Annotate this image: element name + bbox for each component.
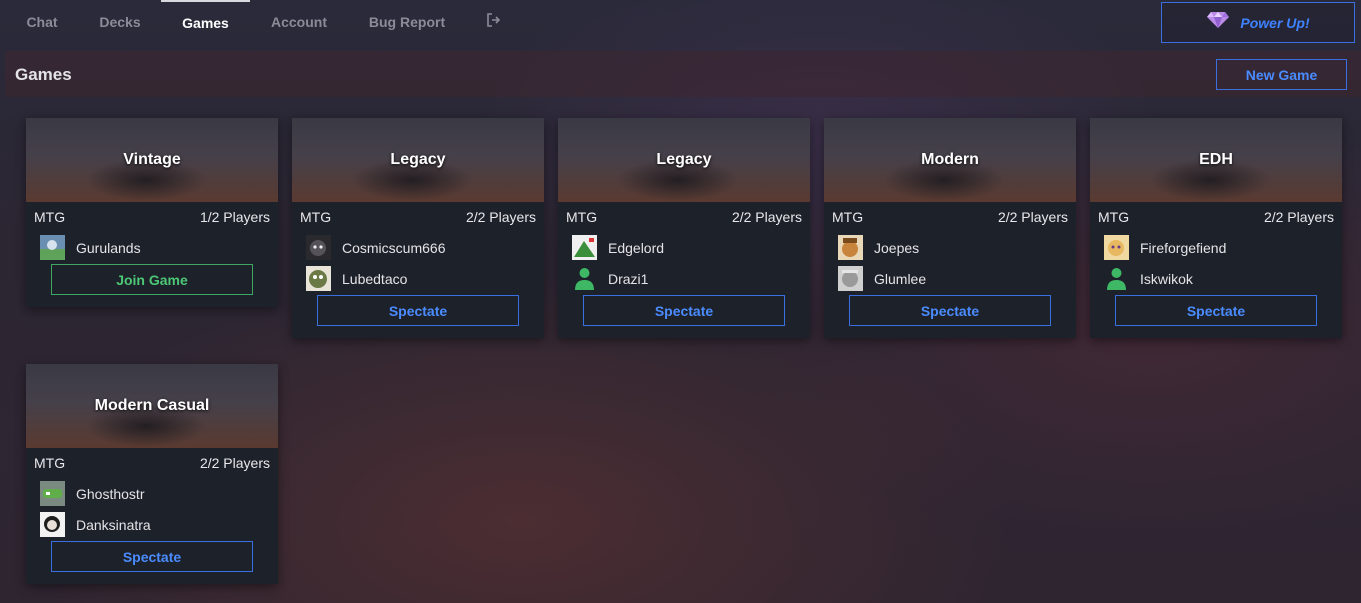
player-row: Cosmicscum666 bbox=[292, 232, 544, 263]
player-name[interactable]: Glumlee bbox=[874, 271, 926, 287]
game-card: Modern Casual MTG 2/2 Players Ghosthostr Dan… bbox=[26, 364, 278, 584]
player-name[interactable]: Ghosthostr bbox=[76, 486, 144, 502]
game-type: MTG bbox=[832, 209, 864, 225]
logout-icon[interactable] bbox=[486, 12, 502, 28]
game-format-title: Modern bbox=[921, 151, 979, 168]
game-format-title: Legacy bbox=[656, 151, 712, 168]
player-name[interactable]: Cosmicscum666 bbox=[342, 240, 445, 256]
player-count: 2/2 Players bbox=[465, 209, 536, 225]
card-footer-spacing bbox=[26, 572, 278, 584]
avatar bbox=[838, 235, 863, 260]
game-card: EDH MTG 2/2 Players Fireforgefiend Iskwikok S… bbox=[1090, 118, 1342, 338]
player-name[interactable]: Gurulands bbox=[76, 240, 141, 256]
card-footer-spacing bbox=[1090, 326, 1342, 338]
power-up-button[interactable]: Power Up! bbox=[1161, 2, 1355, 43]
card-banner: Legacy bbox=[558, 118, 810, 202]
card-footer-spacing bbox=[26, 295, 278, 307]
avatar bbox=[40, 235, 65, 260]
avatar bbox=[40, 512, 65, 537]
game-format-title: EDH bbox=[1199, 151, 1233, 168]
spectate-button[interactable]: Spectate bbox=[1115, 295, 1317, 326]
player-row: Danksinatra bbox=[26, 509, 278, 540]
new-game-button[interactable]: New Game bbox=[1216, 59, 1347, 90]
page-title: Games bbox=[15, 65, 72, 84]
spectate-button[interactable]: Spectate bbox=[849, 295, 1051, 326]
avatar bbox=[1104, 235, 1129, 260]
spectate-button[interactable]: Spectate bbox=[51, 541, 253, 572]
tab-games[interactable]: Games bbox=[161, 0, 250, 46]
game-format-title: Legacy bbox=[390, 151, 446, 168]
spectate-button[interactable]: Spectate bbox=[583, 295, 785, 326]
game-card: Legacy MTG 2/2 Players Edgelord Drazi1 Specta… bbox=[558, 118, 810, 338]
player-row: Glumlee bbox=[824, 263, 1076, 294]
player-name[interactable]: Lubedtaco bbox=[342, 271, 407, 287]
tab-chat[interactable]: Chat bbox=[20, 0, 64, 44]
page-header: Games New Game bbox=[5, 51, 1361, 97]
card-meta: MTG 2/2 Players bbox=[292, 202, 544, 232]
player-count: 2/2 Players bbox=[1263, 209, 1334, 225]
tab-bug-report[interactable]: Bug Report bbox=[362, 0, 452, 44]
card-banner: EDH bbox=[1090, 118, 1342, 202]
player-count: 2/2 Players bbox=[199, 455, 270, 471]
game-card: Modern MTG 2/2 Players Joepes Glumlee Spectat… bbox=[824, 118, 1076, 338]
card-footer-spacing bbox=[824, 326, 1076, 338]
player-row: Gurulands bbox=[26, 232, 278, 263]
card-footer-spacing bbox=[292, 326, 544, 338]
avatar bbox=[40, 481, 65, 506]
player-count: 2/2 Players bbox=[731, 209, 802, 225]
avatar bbox=[306, 235, 331, 260]
player-row: Ghosthostr bbox=[26, 478, 278, 509]
game-type: MTG bbox=[34, 455, 66, 471]
spectate-button[interactable]: Spectate bbox=[317, 295, 519, 326]
game-format-title: Modern Casual bbox=[94, 397, 210, 414]
card-meta: MTG 2/2 Players bbox=[824, 202, 1076, 232]
player-row: Drazi1 bbox=[558, 263, 810, 294]
avatar bbox=[306, 266, 331, 291]
player-row: Fireforgefiend bbox=[1090, 232, 1342, 263]
card-footer-spacing bbox=[558, 326, 810, 338]
card-banner: Legacy bbox=[292, 118, 544, 202]
avatar bbox=[572, 235, 597, 260]
power-up-label: Power Up! bbox=[1240, 14, 1310, 31]
tab-account[interactable]: Account bbox=[266, 0, 332, 44]
gem-icon bbox=[1206, 11, 1230, 34]
game-type: MTG bbox=[566, 209, 598, 225]
player-row: Iskwikok bbox=[1090, 263, 1342, 294]
card-meta: MTG 2/2 Players bbox=[26, 448, 278, 478]
user-icon bbox=[1104, 266, 1129, 291]
game-card: Legacy MTG 2/2 Players Cosmicscum666 Lubedta… bbox=[292, 118, 544, 338]
player-name[interactable]: Fireforgefiend bbox=[1140, 240, 1226, 256]
card-banner: Modern bbox=[824, 118, 1076, 202]
player-count: 2/2 Players bbox=[997, 209, 1068, 225]
card-meta: MTG 2/2 Players bbox=[558, 202, 810, 232]
card-meta: MTG 2/2 Players bbox=[1090, 202, 1342, 232]
player-name[interactable]: Iskwikok bbox=[1140, 271, 1193, 287]
player-row: Lubedtaco bbox=[292, 263, 544, 294]
tab-decks[interactable]: Decks bbox=[92, 0, 148, 44]
user-icon bbox=[572, 266, 597, 291]
game-card: Vintage MTG 1/2 Players Gurulands Join Game bbox=[26, 118, 278, 307]
card-meta: MTG 1/2 Players bbox=[26, 202, 278, 232]
card-banner: Vintage bbox=[26, 118, 278, 202]
card-banner: Modern Casual bbox=[26, 364, 278, 448]
join-game-button[interactable]: Join Game bbox=[51, 264, 253, 295]
game-format-title: Vintage bbox=[123, 151, 181, 168]
game-type: MTG bbox=[34, 209, 66, 225]
avatar bbox=[838, 266, 863, 291]
game-type: MTG bbox=[1098, 209, 1130, 225]
player-name[interactable]: Joepes bbox=[874, 240, 919, 256]
player-name[interactable]: Danksinatra bbox=[76, 517, 151, 533]
game-type: MTG bbox=[300, 209, 332, 225]
player-row: Joepes bbox=[824, 232, 1076, 263]
player-name[interactable]: Drazi1 bbox=[608, 271, 648, 287]
player-name[interactable]: Edgelord bbox=[608, 240, 664, 256]
top-nav: Chat Decks Games Account Bug Report Powe… bbox=[0, 0, 1361, 48]
player-count: 1/2 Players bbox=[199, 209, 270, 225]
player-row: Edgelord bbox=[558, 232, 810, 263]
